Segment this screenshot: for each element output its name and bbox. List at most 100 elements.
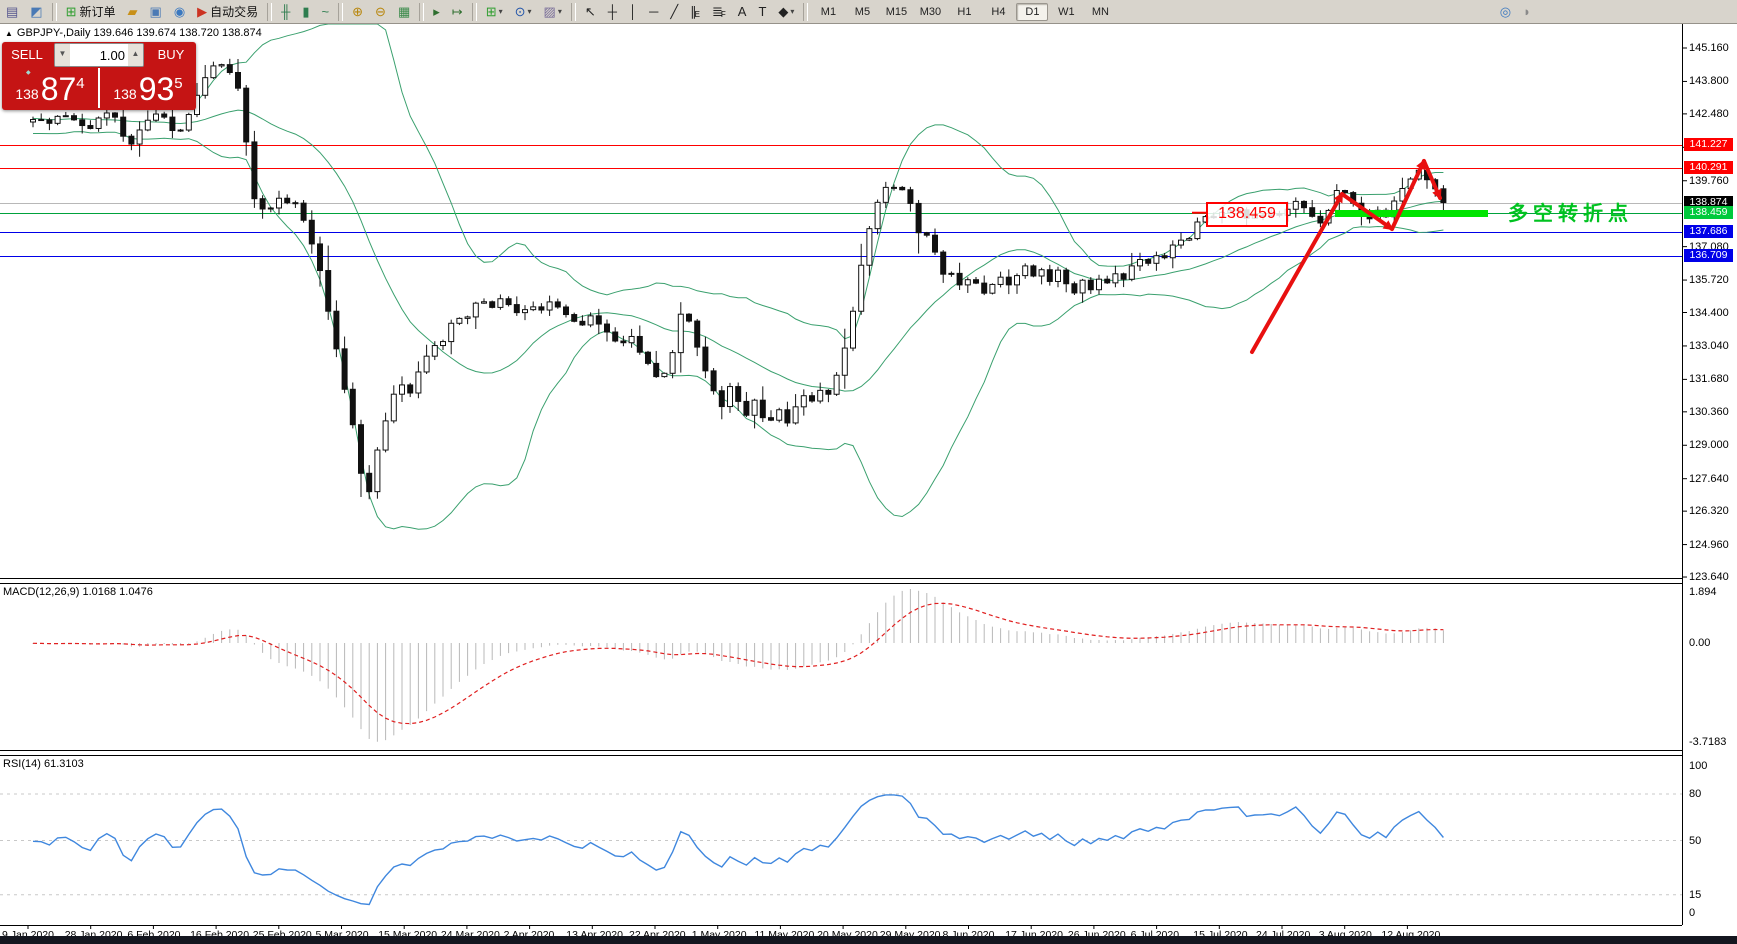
- chart-canvas[interactable]: [0, 0, 1737, 944]
- signals-icon[interactable]: ◉: [169, 1, 190, 23]
- candle: [1072, 284, 1077, 293]
- trendline-icon[interactable]: ╱: [665, 1, 683, 23]
- candle: [72, 116, 77, 120]
- collapse-panel-icon[interactable]: ▲: [5, 29, 13, 38]
- volume-decrease-button[interactable]: ▼: [55, 44, 70, 66]
- timeframe-m30[interactable]: M30: [914, 3, 946, 21]
- price-tick-label: 126.320: [1689, 505, 1729, 517]
- auto-scroll-icon[interactable]: ▸: [428, 1, 445, 23]
- candle: [1187, 239, 1192, 241]
- candle: [785, 410, 790, 423]
- shapes-icon-dropdown[interactable]: ▾: [790, 7, 794, 16]
- strategy-tester-icon[interactable]: ◩: [25, 1, 47, 23]
- candle: [531, 307, 536, 310]
- fibonacci-icon[interactable]: ≣F: [707, 1, 731, 23]
- new-order-button[interactable]: ⊞新订单: [61, 1, 121, 23]
- vertical-line-icon[interactable]: │: [624, 1, 642, 23]
- candle: [523, 310, 528, 313]
- timeframe-m5[interactable]: M5: [846, 3, 878, 21]
- timeframe-mn[interactable]: MN: [1084, 3, 1116, 21]
- strategy-tester-icon: ◩: [30, 3, 42, 21]
- candle: [974, 280, 979, 283]
- templates-button[interactable]: ▨▾: [539, 1, 567, 23]
- candle: [1293, 201, 1298, 209]
- chart-shift-icon: ↦: [452, 3, 463, 21]
- buy-price-pip: 5: [174, 75, 182, 92]
- candle: [654, 363, 659, 376]
- templates-button-dropdown[interactable]: ▾: [558, 7, 562, 16]
- tile-windows-icon[interactable]: ▦: [393, 1, 415, 23]
- market-icon[interactable]: ▰: [123, 1, 143, 23]
- vertical-line-icon: │: [629, 3, 637, 21]
- candle: [498, 299, 503, 308]
- timeframe-m1[interactable]: M1: [812, 3, 844, 21]
- indicators-button-dropdown[interactable]: ▾: [499, 7, 503, 16]
- buy-price[interactable]: 138935: [100, 68, 196, 108]
- candlestick-chart-icon[interactable]: ▮: [297, 1, 314, 23]
- search-icon: ◎: [1500, 3, 1511, 21]
- candle: [490, 302, 495, 308]
- timeframe-h1[interactable]: H1: [948, 3, 980, 21]
- candle: [982, 283, 987, 293]
- volume-input[interactable]: [70, 44, 128, 66]
- price-tick-label: 123.640: [1689, 571, 1729, 583]
- timeframe-h4[interactable]: H4: [982, 3, 1014, 21]
- horizontal-line-icon[interactable]: ─: [644, 1, 663, 23]
- price-badge: 138.459: [1684, 206, 1733, 219]
- horizontal-line-icon: ─: [649, 3, 658, 21]
- shapes-icon[interactable]: ◆▾: [773, 1, 799, 23]
- candle: [252, 142, 257, 199]
- channel-icon[interactable]: ∥E: [685, 1, 705, 23]
- line-chart-icon[interactable]: ~: [317, 1, 335, 23]
- autotrading-button[interactable]: ▶自动交易: [192, 1, 263, 23]
- timeframe-w1[interactable]: W1: [1050, 3, 1082, 21]
- label-icon[interactable]: T: [753, 1, 771, 23]
- periods-button-dropdown[interactable]: ▾: [528, 7, 532, 16]
- indicators-button[interactable]: ⊞▾: [481, 1, 508, 23]
- sell-price-pip: 4: [76, 75, 84, 92]
- candle: [875, 202, 880, 228]
- zoom-in-icon[interactable]: ⊕: [347, 1, 368, 23]
- turning-point-annotation: 多空转折点: [1508, 197, 1633, 226]
- crosshair-icon[interactable]: ┼: [603, 1, 622, 23]
- price-badge: 141.227: [1684, 138, 1733, 151]
- sell-price[interactable]: 138874: [2, 68, 98, 108]
- periods-button[interactable]: ⊙▾: [510, 1, 537, 23]
- price-annotation-tag[interactable]: 138.459: [1206, 202, 1288, 227]
- cursor-icon[interactable]: ↖: [580, 1, 601, 23]
- symbol-ohlc-bar: ▲GBPJPY-,Daily 139.646 139.674 138.720 1…: [5, 27, 262, 39]
- timeframe-d1[interactable]: D1: [1016, 3, 1048, 21]
- candle: [375, 450, 380, 492]
- zoom-out-icon[interactable]: ⊖: [370, 1, 391, 23]
- candle: [1097, 279, 1102, 290]
- bar-chart-icon: ╫: [281, 3, 290, 21]
- candle: [916, 203, 921, 232]
- candle: [219, 65, 224, 66]
- candle: [908, 190, 913, 204]
- templates-button: ▨: [544, 3, 556, 21]
- zoom-out-icon: ⊖: [375, 3, 386, 21]
- sell-button[interactable]: SELL: [2, 43, 52, 67]
- text-icon[interactable]: A: [733, 1, 752, 23]
- candle: [432, 346, 437, 357]
- chat-icon[interactable]: ◗: [1518, 1, 1536, 23]
- volume-increase-button[interactable]: ▲: [128, 44, 143, 66]
- rsi-line: [33, 795, 1443, 905]
- chart-shift-icon[interactable]: ↦: [447, 1, 468, 23]
- price-tick-label: 139.760: [1689, 175, 1729, 187]
- candle: [646, 352, 651, 363]
- candle: [990, 284, 995, 293]
- search-icon[interactable]: ◎: [1495, 1, 1516, 23]
- candle: [154, 114, 159, 120]
- buy-button[interactable]: BUY: [146, 43, 196, 67]
- hosting-icon[interactable]: ▣: [145, 1, 167, 23]
- rsi-indicator-label: RSI(14) 61.3103: [3, 758, 84, 770]
- candle: [203, 78, 208, 96]
- toolbar-separator: [52, 3, 57, 21]
- toolbar-separator: [571, 3, 576, 21]
- timeframe-m15[interactable]: M15: [880, 3, 912, 21]
- candle: [268, 208, 273, 209]
- candle: [851, 311, 856, 348]
- bar-chart-icon[interactable]: ╫: [276, 1, 295, 23]
- data-window-icon[interactable]: ▤: [1, 1, 23, 23]
